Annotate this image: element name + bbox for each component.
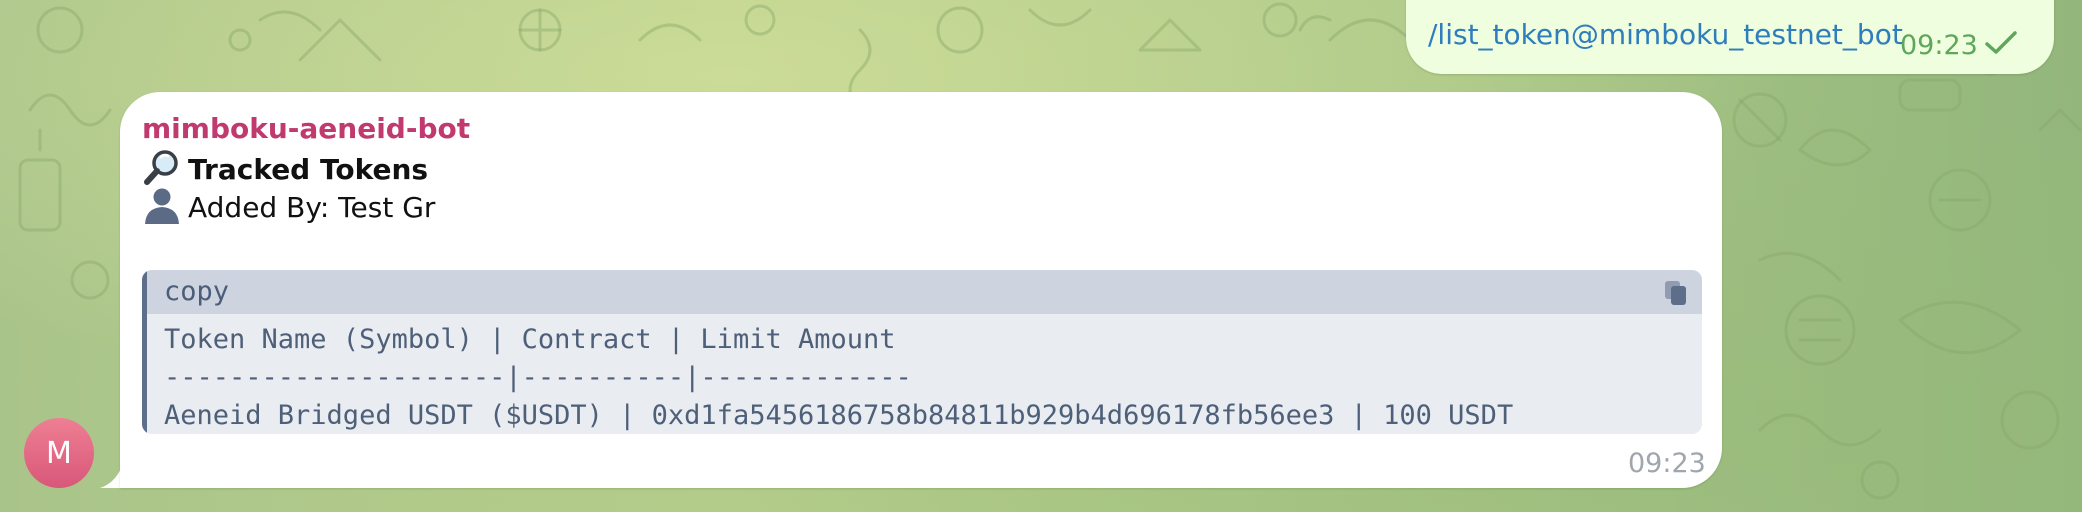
check-icon	[1985, 31, 2017, 54]
added-by-line: Added By: Test Gr	[142, 186, 435, 224]
avatar-initial: M	[46, 435, 72, 471]
avatar[interactable]: M	[24, 418, 94, 488]
incoming-message-time: 09:23	[1628, 448, 1706, 479]
sender-name[interactable]: mimboku-aeneid-bot	[142, 112, 470, 145]
outgoing-message-bubble[interactable]: /list_token@mimboku_testnet_bot 09:23	[1406, 0, 2054, 74]
code-line: ---------------------|----------|-------…	[164, 362, 912, 393]
code-block-accent-bar	[142, 270, 147, 434]
code-block-header	[142, 270, 1702, 314]
incoming-message-bubble[interactable]: mimboku-aeneid-bot Tracked Tokens Added …	[120, 92, 1722, 488]
outgoing-command-link[interactable]: /list_token@mimboku_testnet_bot	[1428, 18, 1903, 51]
copy-icon[interactable]	[1664, 280, 1688, 306]
added-by-text: Added By: Test Gr	[188, 191, 436, 224]
outgoing-message-time: 09:23	[1900, 30, 1978, 61]
code-line: Aeneid Bridged USDT ($USDT) | 0xd1fa5456…	[164, 400, 1514, 431]
code-block[interactable]: copy Token Name (Symbol) | Contract | Li…	[142, 270, 1702, 434]
message-title-line: Tracked Tokens	[142, 148, 428, 186]
code-block-language: copy	[164, 276, 230, 307]
magnifier-icon	[144, 150, 178, 185]
message-title: Tracked Tokens	[188, 153, 429, 186]
code-line: Token Name (Symbol) | Contract | Limit A…	[164, 324, 896, 355]
user-silhouette-icon	[145, 188, 179, 224]
